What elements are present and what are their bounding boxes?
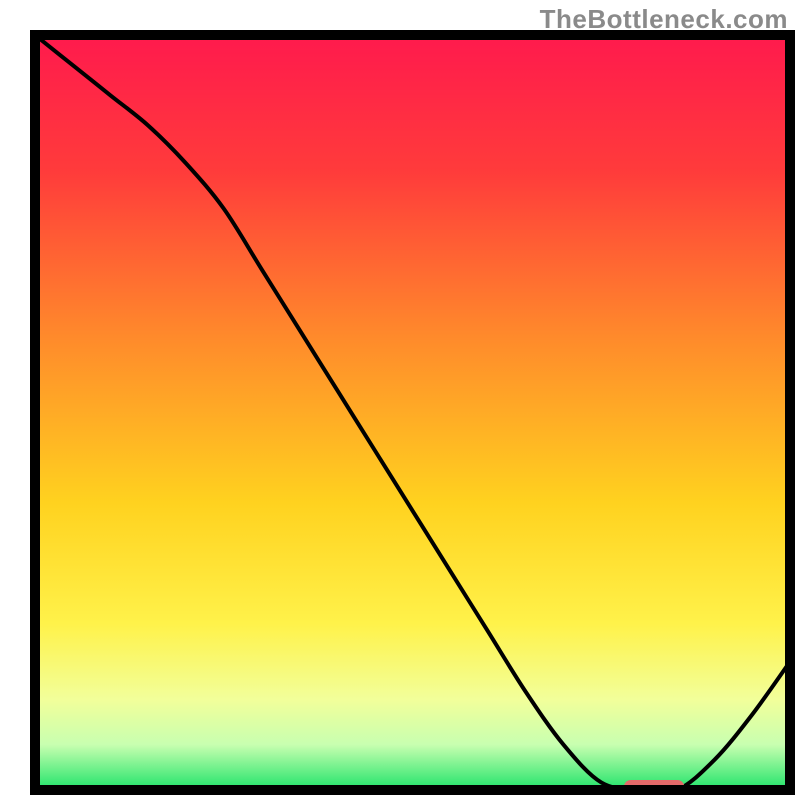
chart-stage: TheBottleneck.com bbox=[0, 0, 800, 800]
plot-area bbox=[35, 35, 790, 794]
watermark-text: TheBottleneck.com bbox=[540, 4, 788, 35]
bottleneck-chart bbox=[0, 0, 800, 800]
gradient-background bbox=[35, 35, 790, 790]
